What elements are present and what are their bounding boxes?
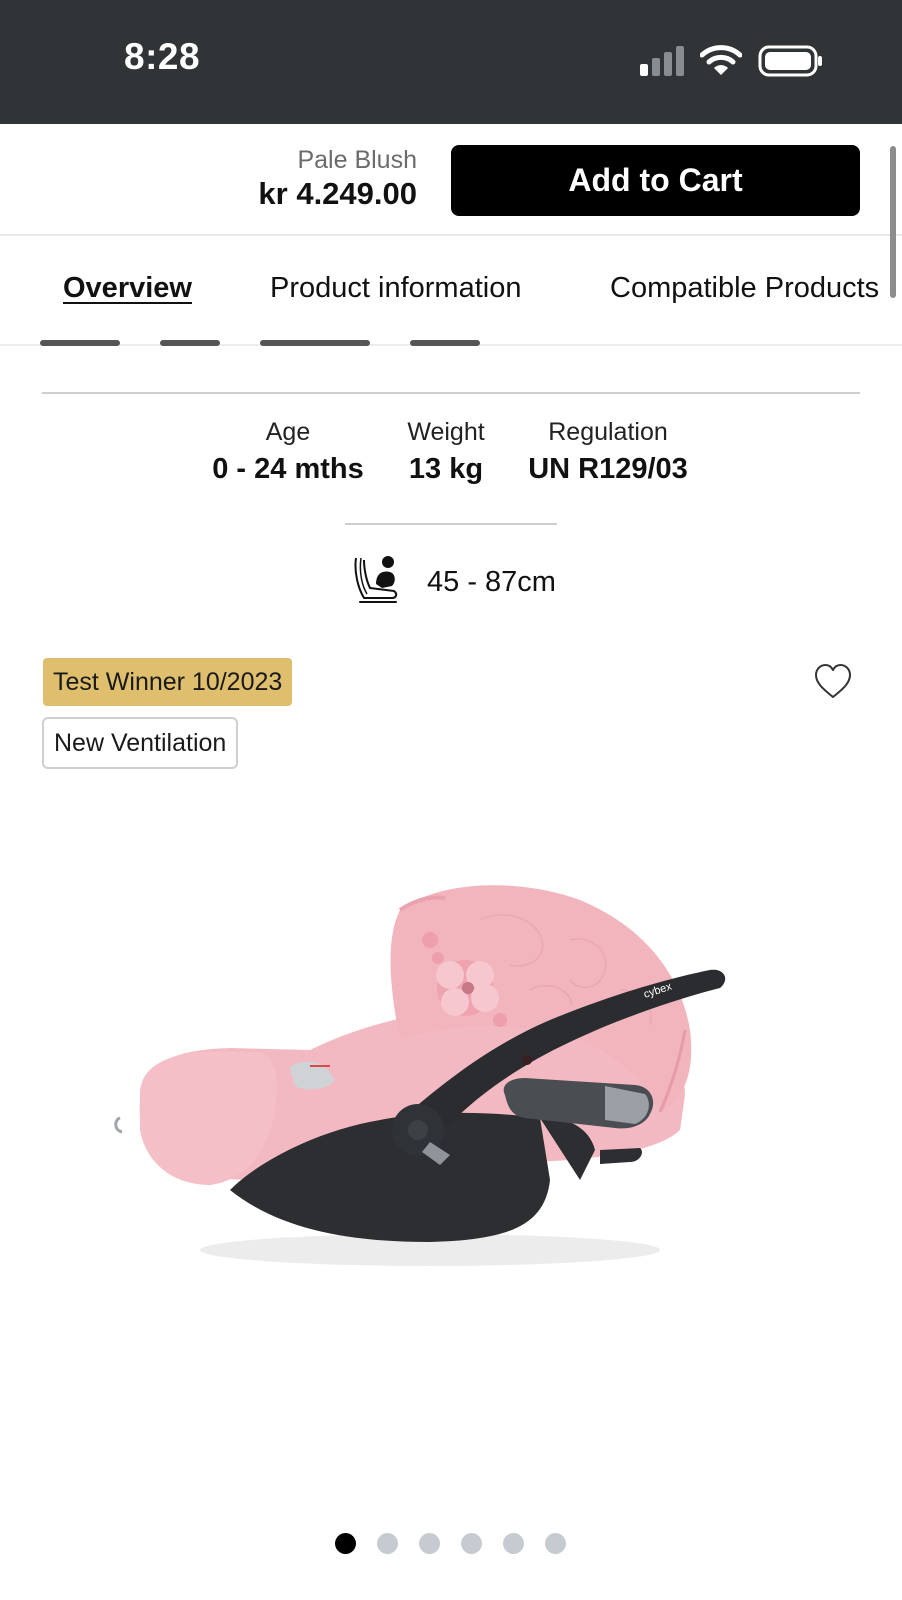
add-to-cart-button[interactable]: Add to Cart [451, 145, 860, 216]
clipped-description-text [40, 330, 640, 346]
spec-weight: Weight 13 kg [396, 418, 496, 486]
divider [345, 523, 557, 525]
battery-icon [758, 45, 822, 77]
selected-variant: Pale Blush [297, 146, 417, 174]
height-range: 45 - 87cm [427, 566, 556, 598]
price: kr 4.249.00 [258, 176, 417, 211]
spec-value: UN R129/03 [528, 453, 688, 485]
feature-badge: New Ventilation [42, 717, 239, 769]
carousel-dot[interactable] [419, 1533, 440, 1554]
carousel-dot[interactable] [335, 1533, 356, 1554]
carousel-dot[interactable] [545, 1533, 566, 1554]
spec-label: Age [265, 418, 311, 446]
spec-age: Age 0 - 24 mths [208, 418, 368, 486]
tab-overview[interactable]: Overview [63, 272, 192, 305]
carousel-dot[interactable] [377, 1533, 398, 1554]
car-seat-icon [354, 556, 398, 603]
spec-regulation: Regulation UN R129/03 [526, 418, 690, 486]
carousel-pagination [335, 1533, 566, 1557]
scrollbar[interactable] [890, 146, 896, 298]
spec-value: 0 - 24 mths [212, 453, 364, 485]
carousel-dot[interactable] [503, 1533, 524, 1554]
tab-compatible-products[interactable]: Compatible Products [610, 272, 879, 305]
spec-label: Weight [407, 418, 485, 446]
carousel-dot[interactable] [461, 1533, 482, 1554]
tab-product-information[interactable]: Product information [270, 272, 521, 305]
cellular-signal-icon [640, 46, 684, 76]
status-time: 8:28 [124, 36, 201, 77]
add-to-cart-bar: Pale Blush kr 4.249.00 Add to Cart [0, 124, 902, 236]
divider [42, 392, 860, 394]
spec-label: Regulation [548, 418, 668, 446]
award-badge: Test Winner 10/2023 [43, 658, 293, 706]
wifi-icon [700, 45, 742, 75]
status-bar: 8:28 [0, 0, 902, 124]
product-image[interactable]: cybex [100, 880, 740, 1300]
heart-icon[interactable] [813, 662, 853, 702]
spec-value: 13 kg [408, 453, 484, 485]
